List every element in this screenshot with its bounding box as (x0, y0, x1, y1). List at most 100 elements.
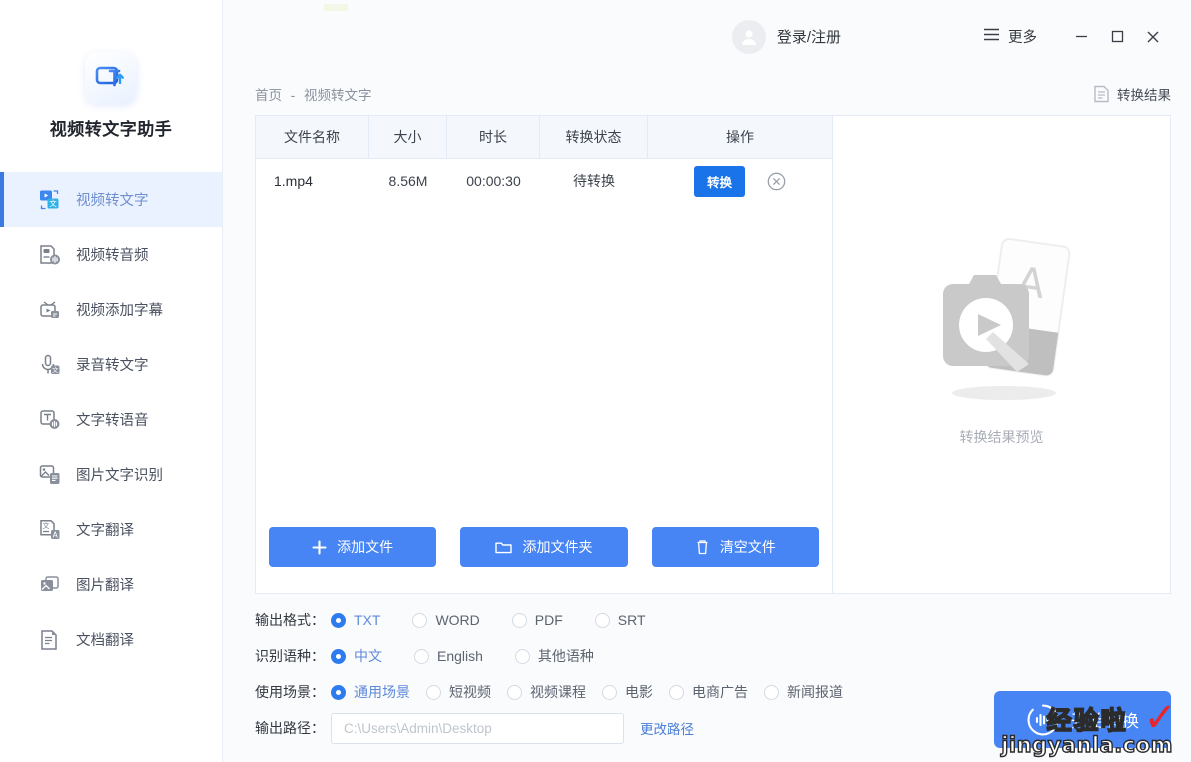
conversion-result-button[interactable]: 转换结果 (1093, 84, 1171, 104)
svg-text:文: 文 (49, 198, 57, 208)
cell-actions: 转换 (648, 159, 832, 203)
maximize-icon[interactable] (1099, 19, 1135, 55)
file-list-panel: 文件名称 大小 时长 转换状态 操作 1.mp4 8.56M 00:00:30 … (255, 115, 833, 594)
file-action-buttons: 添加文件 添加文件夹 清空文件 (256, 527, 832, 593)
radio-circle-icon (426, 684, 441, 700)
radio-circle-icon (514, 648, 530, 664)
breadcrumb-home[interactable]: 首页 (255, 88, 282, 103)
breadcrumb: 首页 - 视频转文字 (255, 84, 372, 104)
radio-circle-icon (331, 612, 346, 628)
radio-circle-icon (669, 684, 684, 700)
radio-language-other[interactable]: 其他语种 (514, 646, 594, 666)
minimize-icon[interactable] (1063, 19, 1099, 55)
account-login-button[interactable]: 登录/注册 (731, 19, 841, 54)
sidebar-item-label: 图片文字识别 (76, 468, 163, 484)
radio-scene-course[interactable]: 视频课程 (507, 682, 586, 702)
column-header-size: 大小 (369, 116, 447, 158)
video-to-audio-icon (38, 243, 62, 267)
svg-text:文: 文 (52, 365, 59, 374)
remove-circle-icon[interactable] (767, 172, 786, 191)
output-path-input[interactable] (331, 712, 624, 744)
content-area: 文件名称 大小 时长 转换状态 操作 1.mp4 8.56M 00:00:30 … (255, 115, 1171, 594)
clear-files-button[interactable]: 清空文件 (651, 527, 819, 567)
change-path-link[interactable]: 更改路径 (640, 718, 694, 738)
preview-panel: A 转换结果预览 (833, 115, 1171, 594)
radio-format-txt[interactable]: TXT (331, 612, 380, 628)
close-icon[interactable] (1135, 19, 1171, 55)
radio-label: 中文 (354, 648, 382, 664)
app-logo-icon (85, 52, 137, 104)
radio-scene-general[interactable]: 通用场景 (331, 682, 410, 702)
text-translate-icon: 文 A (38, 518, 62, 542)
language-row: 识别语种： 中文 English 其他语种 (255, 638, 1191, 674)
radio-circle-icon (507, 684, 522, 700)
folder-icon (495, 540, 513, 554)
add-folder-button[interactable]: 添加文件夹 (460, 527, 628, 567)
radio-scene-ecommerce-ad[interactable]: 电商广告 (669, 682, 748, 702)
radio-format-srt[interactable]: SRT (594, 612, 646, 628)
waveform-circle-icon (1026, 703, 1060, 737)
cell-duration: 00:00:30 (466, 173, 521, 189)
radio-label: 短视频 (449, 684, 491, 700)
more-label: 更多 (1008, 30, 1037, 46)
preview-label: 转换结果预览 (959, 429, 1044, 445)
more-menu-button[interactable]: 更多 (983, 26, 1037, 47)
clear-files-label: 清空文件 (719, 539, 776, 555)
sidebar-item-video-to-audio[interactable]: 视频转音频 (0, 227, 222, 282)
radio-scene-shortvideo[interactable]: 短视频 (426, 682, 491, 702)
text-to-speech-icon (38, 408, 62, 432)
window-titlebar: 登录/注册 更多 (223, 0, 1191, 73)
preview-placeholder: A 转换结果预览 (931, 236, 1073, 447)
language-label: 识别语种： (255, 648, 325, 664)
breadcrumb-separator: - (290, 88, 296, 103)
radio-circle-icon (331, 684, 346, 700)
sidebar-item-text-to-speech[interactable]: 文字转语音 (0, 392, 222, 447)
sidebar-item-video-add-subtitle[interactable]: 视频添加字幕 (0, 282, 222, 337)
sidebar-item-video-to-text[interactable]: 文 视频转文字 (0, 172, 222, 227)
sidebar-item-text-translate[interactable]: 文 A 文字翻译 (0, 502, 222, 557)
sidebar-item-image-translate[interactable]: 图片翻译 (0, 557, 222, 612)
breadcrumb-current: 视频转文字 (304, 88, 372, 103)
radio-scene-news[interactable]: 新闻报道 (764, 682, 843, 702)
image-translate-icon (38, 573, 62, 597)
output-path-label: 输出路径： (255, 720, 325, 736)
radio-label: 电影 (625, 684, 653, 700)
sidebar-item-label: 视频转音频 (76, 248, 149, 264)
cell-status: 待转换 (573, 173, 615, 189)
conversion-result-label: 转换结果 (1117, 88, 1171, 103)
breadcrumb-row: 首页 - 视频转文字 转换结果 (223, 73, 1191, 115)
app-title: 视频转文字助手 (49, 120, 173, 139)
column-header-status: 转换状态 (540, 116, 648, 158)
convert-button[interactable]: 转换 (693, 165, 745, 197)
sidebar-nav: 文 视频转文字 视频转音频 视频添加字幕 文 录音转文字 文字转语音 图片文字识… (0, 172, 222, 667)
table-row[interactable]: 1.mp4 8.56M 00:00:30 待转换 转换 (256, 159, 832, 203)
radio-circle-icon (414, 648, 429, 664)
start-conversion-label: 开始转换 (1071, 712, 1139, 731)
add-file-button[interactable]: 添加文件 (269, 527, 437, 567)
file-table-body: 1.mp4 8.56M 00:00:30 待转换 转换 (256, 159, 832, 527)
add-folder-label: 添加文件夹 (522, 539, 593, 555)
account-label: 登录/注册 (776, 29, 841, 46)
screenshot-artifact (324, 4, 348, 11)
file-table-header: 文件名称 大小 时长 转换状态 操作 (256, 116, 832, 159)
output-format-row: 输出格式： TXT WORD PDF SRT (255, 602, 1191, 638)
radio-scene-movie[interactable]: 电影 (602, 682, 653, 702)
add-file-label: 添加文件 (337, 539, 394, 555)
sidebar-item-image-ocr[interactable]: 图片文字识别 (0, 447, 222, 502)
radio-format-pdf[interactable]: PDF (511, 612, 563, 628)
video-to-text-icon: 文 (38, 188, 62, 212)
radio-language-english[interactable]: English (414, 648, 483, 664)
output-format-label: 输出格式： (255, 612, 325, 628)
radio-label: SRT (617, 612, 646, 628)
radio-label: WORD (435, 612, 480, 628)
sidebar-item-document-translate[interactable]: 文档翻译 (0, 612, 222, 667)
radio-label: 通用场景 (354, 684, 410, 700)
sidebar-item-audio-to-text[interactable]: 文 录音转文字 (0, 337, 222, 392)
sidebar-item-label: 视频添加字幕 (76, 303, 163, 319)
radio-circle-icon (764, 684, 779, 700)
radio-format-word[interactable]: WORD (412, 612, 480, 628)
start-conversion-button[interactable]: 开始转换 (994, 691, 1171, 748)
radio-language-chinese[interactable]: 中文 (331, 646, 382, 666)
column-header-duration: 时长 (447, 116, 540, 158)
column-header-action: 操作 (726, 129, 754, 145)
